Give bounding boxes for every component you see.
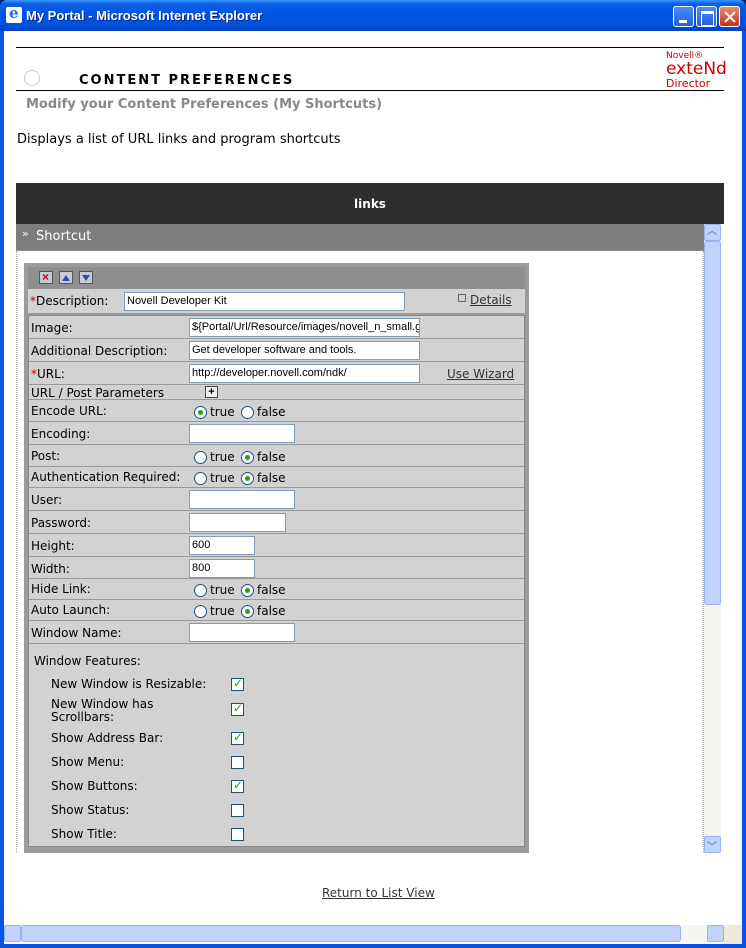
auto-launch-true-radio[interactable]: true	[194, 604, 235, 618]
image-row: Image: ${Portal/Url/Resource/images/nove…	[29, 316, 524, 339]
page-content: CONTENT PREFERENCES Novell® exteNd Direc…	[4, 31, 742, 944]
post-true-radio[interactable]: true	[194, 450, 235, 464]
encoding-row: Encoding:	[29, 422, 524, 445]
shortcut-label: Shortcut	[36, 229, 92, 244]
window-title: My Portal - Microsoft Internet Explorer	[26, 8, 263, 23]
height-input[interactable]: 600	[189, 536, 255, 555]
window-features-label: Window Features:	[34, 654, 141, 668]
details-link[interactable]: Details	[458, 293, 512, 307]
feature-resizable: New Window is Resizable:	[51, 676, 244, 691]
scroll-corner	[724, 925, 742, 944]
width-row: Width: 800	[29, 557, 524, 579]
height-row: Height: 600	[29, 534, 524, 557]
shortcut-form-panel: *Description: Novell Developer Kit Detai…	[24, 263, 529, 853]
url-params-row: URL / Post Parameters +	[29, 385, 524, 400]
address-bar-checkbox[interactable]	[231, 730, 244, 745]
encode-url-row: Encode URL: true false	[29, 400, 524, 422]
scrollbars-checkbox[interactable]	[231, 701, 244, 716]
post-false-radio[interactable]: false	[241, 450, 286, 464]
minimize-button[interactable]	[673, 6, 694, 27]
auto-launch-false-radio[interactable]: false	[241, 604, 286, 618]
collapse-icon	[458, 294, 466, 302]
horizontal-scroll-thumb[interactable]	[21, 925, 681, 942]
encode-true-radio[interactable]: true	[194, 405, 235, 419]
close-button[interactable]	[719, 6, 740, 27]
move-down-icon[interactable]	[79, 271, 93, 284]
scroll-up-button[interactable]	[704, 222, 721, 241]
user-row: User:	[29, 488, 524, 511]
page-subtitle: Modify your Content Preferences (My Shor…	[26, 97, 383, 112]
buttons-checkbox[interactable]	[231, 778, 244, 793]
feature-status: Show Status:	[51, 803, 244, 817]
links-bar: links	[16, 183, 724, 224]
description-input[interactable]: Novell Developer Kit	[124, 292, 405, 311]
hide-link-true-radio[interactable]: true	[194, 583, 235, 597]
feature-buttons: Show Buttons:	[51, 778, 244, 793]
auth-row: Authentication Required: true false	[29, 467, 524, 488]
password-row: Password:	[29, 511, 524, 534]
add-parameter-icon[interactable]: +	[205, 386, 218, 398]
return-to-list-link[interactable]: Return to List View	[322, 886, 435, 900]
hide-link-row: Hide Link: true false	[29, 579, 524, 600]
shortcut-bar[interactable]: » Shortcut	[16, 224, 704, 251]
feature-title: Show Title:	[51, 827, 244, 841]
scroll-down-button[interactable]	[704, 836, 721, 853]
details-section: Image: ${Portal/Url/Resource/images/nove…	[28, 315, 525, 847]
move-up-icon[interactable]	[59, 271, 73, 284]
url-row: *URL: http://developer.novell.com/ndk/ U…	[29, 362, 524, 385]
width-input[interactable]: 800	[189, 559, 255, 578]
url-input[interactable]: http://developer.novell.com/ndk/	[189, 364, 420, 383]
page-header: CONTENT PREFERENCES Novell® exteNd Direc…	[16, 47, 727, 91]
title-bar: My Portal - Microsoft Internet Explorer	[0, 0, 746, 31]
status-checkbox[interactable]	[231, 804, 244, 817]
maximize-button[interactable]	[696, 6, 717, 27]
password-input[interactable]	[189, 513, 286, 532]
vertical-scrollbar[interactable]	[704, 222, 721, 853]
window-name-input[interactable]	[189, 623, 295, 642]
scroll-left-button[interactable]	[4, 925, 21, 942]
browser-window: My Portal - Microsoft Internet Explorer …	[0, 0, 746, 948]
decorative-circle-icon	[24, 70, 40, 86]
resizable-checkbox[interactable]	[231, 676, 244, 691]
page-description: Displays a list of URL links and program…	[17, 132, 341, 147]
novell-logo: Novell® exteNd Director	[666, 51, 727, 90]
feature-address-bar: Show Address Bar:	[51, 730, 244, 745]
scroll-thumb[interactable]	[704, 241, 721, 605]
post-row: Post: true false	[29, 445, 524, 467]
chevron-down-icon: »	[22, 227, 29, 240]
horizontal-scrollbar[interactable]	[4, 925, 724, 942]
description-label: *Description:	[30, 294, 109, 308]
description-row: *Description: Novell Developer Kit Detai…	[28, 289, 525, 313]
additional-description-row: Additional Description: Get developer so…	[29, 339, 524, 362]
image-input[interactable]: ${Portal/Url/Resource/images/novell_n_sm…	[189, 318, 420, 337]
page-title: CONTENT PREFERENCES	[79, 73, 295, 88]
hide-link-false-radio[interactable]: false	[241, 583, 286, 597]
title-checkbox[interactable]	[231, 828, 244, 841]
menu-checkbox[interactable]	[231, 756, 244, 769]
auth-false-radio[interactable]: false	[241, 471, 286, 485]
feature-scrollbars: New Window has Scrollbars:	[51, 698, 244, 724]
user-input[interactable]	[189, 490, 295, 509]
auto-launch-row: Auto Launch: true false	[29, 600, 524, 621]
window-name-row: Window Name:	[29, 621, 524, 644]
feature-menu: Show Menu:	[51, 755, 244, 769]
auth-true-radio[interactable]: true	[194, 471, 235, 485]
additional-description-input[interactable]: Get developer software and tools.	[189, 341, 420, 360]
ie-icon	[6, 4, 22, 23]
use-wizard-link[interactable]: Use Wizard	[447, 367, 514, 381]
panel-toolbar	[28, 267, 525, 289]
delete-icon[interactable]	[39, 270, 53, 284]
encoding-input[interactable]	[189, 424, 295, 443]
scroll-right-button[interactable]	[707, 925, 724, 942]
encode-false-radio[interactable]: false	[241, 405, 286, 419]
